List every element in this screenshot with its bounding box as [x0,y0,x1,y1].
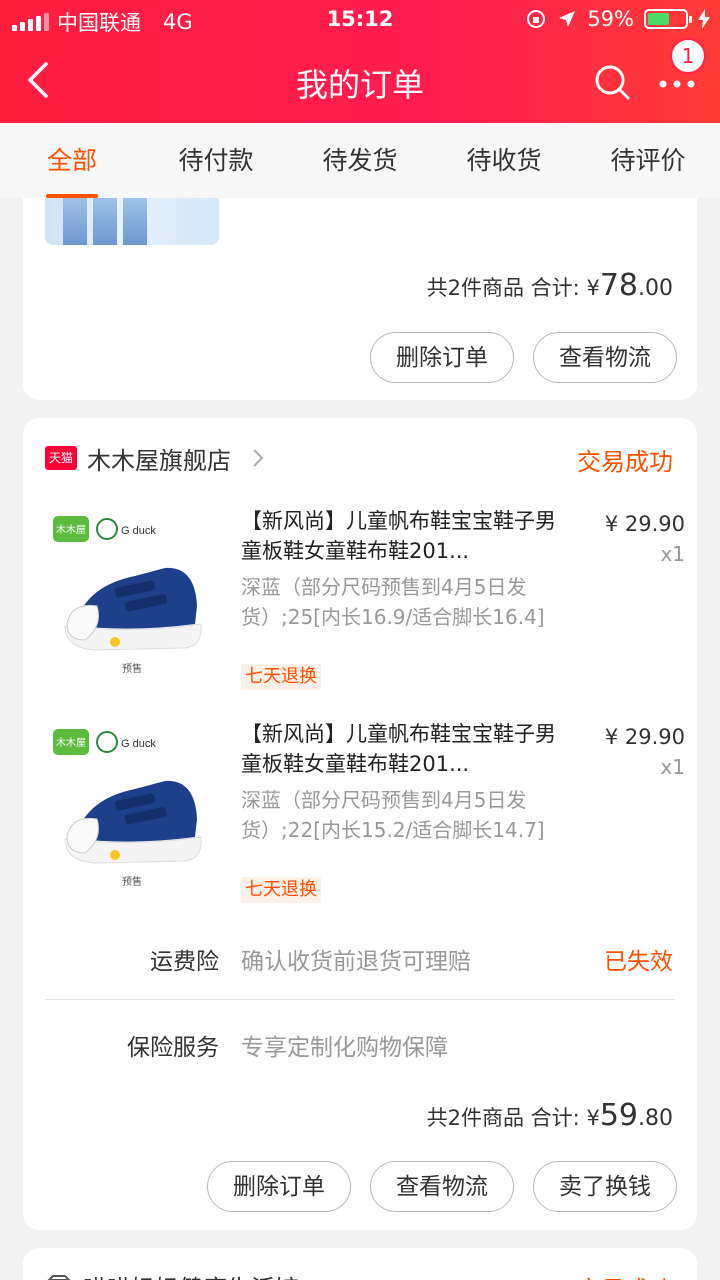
shop-icon [47,1275,71,1280]
battery-icon [644,9,692,29]
total-decimal: .80 [638,1106,673,1131]
product-quantity: x1 [660,542,685,566]
shipping-insurance-desc: 确认收货前退货可理赔 [241,949,471,975]
product-spec: 深蓝（部分尺码预售到4月5日发货）;22[内长15.2/适合脚长14.7] [241,788,545,842]
app-header: 中国联通 4G 15:12 59% 我的订单 [0,0,720,123]
total-integer: 59 [599,1098,638,1133]
svg-text:G duck: G duck [121,525,156,537]
summary-count: 共2件商品 合计: [426,276,580,300]
view-logistics-button[interactable]: 查看物流 [533,332,677,383]
product-spec: 深蓝（部分尺码预售到4月5日发货）;25[内长16.9/适合脚长16.4] [241,575,545,629]
product-item[interactable]: 木木屋 G duck 预售 【新风尚】儿童帆布鞋宝宝鞋子男童板鞋女童鞋布鞋201… [45,719,685,919]
svg-text:木木屋: 木木屋 [56,524,86,536]
shop-link[interactable]: 喵喵妈妈健康生活馆 [45,1270,299,1280]
order-status: 交易成功 [577,448,673,476]
tab-pending-shipment[interactable]: 待发货 [288,123,432,198]
battery-percent: 59% [587,7,634,31]
product-image: 木木屋 G duck 预售 [53,516,202,675]
order-summary: 共2件商品 合计: ¥78.00 [427,268,673,303]
divider [45,999,675,1000]
product-item[interactable]: 木木屋 G duck 预售 【新风尚】儿童帆布鞋宝宝鞋子男童板鞋女童鞋布鞋201… [45,506,685,706]
nav-bar: 我的订单 [0,40,720,123]
shipping-insurance-status: 已失效 [604,949,673,975]
shop-name: 喵喵妈妈健康生活馆 [83,1269,299,1280]
product-title: 【新风尚】儿童帆布鞋宝宝鞋子男童板鞋女童鞋布鞋201... [241,722,556,776]
total-decimal: .00 [638,276,673,301]
tab-pending-payment[interactable]: 待付款 [144,123,288,198]
resell-button[interactable]: 卖了换钱 [533,1161,677,1212]
currency-symbol: ¥ [586,1106,600,1130]
tmall-badge: 天猫 [45,446,77,470]
svg-text:预售: 预售 [122,662,142,675]
return-policy-tag: 七天退换 [241,664,321,690]
delete-order-button[interactable]: 删除订单 [370,332,514,383]
delete-order-button[interactable]: 删除订单 [207,1161,351,1212]
insurance-service-label: 保险服务 [127,1035,219,1061]
tab-pending-review[interactable]: 待评价 [576,123,720,198]
product-image: 木木屋 G duck 预售 [53,729,202,888]
order-card: 天猫 木木屋旗舰店 交易成功 木木屋 G duck 预售 【新风尚】儿童帆布鞋宝… [23,418,697,1230]
location-icon [559,11,576,27]
order-tabs: 全部 待付款 待发货 待收货 待评价 [0,123,720,198]
shop-name: 木木屋旗舰店 [87,446,231,475]
order-status: 交易成功 [577,1270,673,1280]
status-bar: 中国联通 4G 15:12 59% [0,0,720,40]
order-card: 喵喵妈妈健康生活馆 交易成功 [23,1248,697,1280]
search-icon[interactable] [592,62,632,102]
order-summary: 共2件商品 合计: ¥59.80 [427,1098,673,1133]
total-integer: 78 [599,268,638,303]
svg-text:G duck: G duck [121,738,156,750]
chevron-right-icon [253,449,264,467]
product-quantity: x1 [660,755,685,779]
shipping-insurance-label: 运费险 [150,949,219,975]
product-price: ¥ 29.90 [604,512,685,536]
product-title: 【新风尚】儿童帆布鞋宝宝鞋子男童板鞋女童鞋布鞋201... [241,509,556,563]
svg-text:预售: 预售 [122,875,142,888]
product-price: ¥ 29.90 [604,725,685,749]
tab-pending-receipt[interactable]: 待收货 [432,123,576,198]
return-policy-tag: 七天退换 [241,877,321,903]
svg-text:木木屋: 木木屋 [56,737,86,749]
summary-count: 共2件商品 合计: [426,1106,580,1130]
shop-link[interactable]: 天猫 木木屋旗舰店 [45,442,265,475]
rotation-lock-icon [527,10,546,28]
tab-all[interactable]: 全部 [0,123,144,198]
notification-badge: 1 [670,38,706,74]
charging-icon [698,9,710,29]
insurance-service-desc[interactable]: 专享定制化购物保障 [241,1028,448,1062]
currency-symbol: ¥ [586,276,600,300]
view-logistics-button[interactable]: 查看物流 [370,1161,514,1212]
